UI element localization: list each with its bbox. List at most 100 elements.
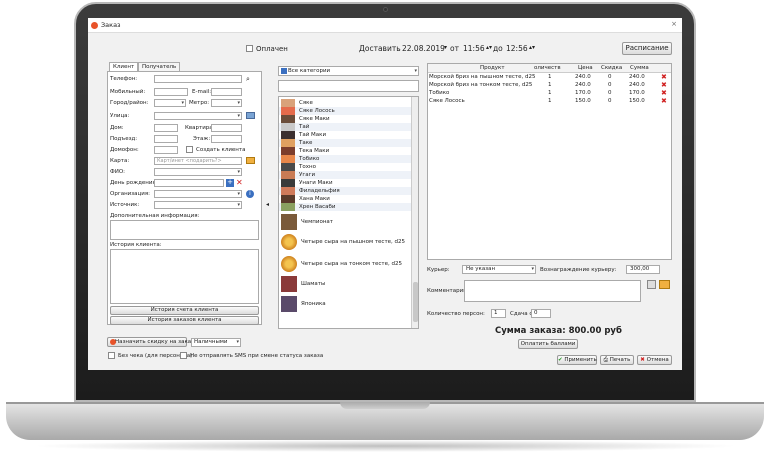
discount-button[interactable]: Назначить скидку на заказ — [107, 337, 194, 347]
city-select[interactable]: ▾ — [154, 99, 186, 107]
client-history-box — [110, 249, 259, 304]
order-cell-sum: 240.0 — [629, 74, 645, 80]
product-list-item[interactable]: Сяке — [279, 99, 416, 107]
card-input[interactable]: Карт/инет <подарить?> — [154, 157, 242, 165]
order-cell-discount: 0 — [608, 90, 612, 96]
product-list-item[interactable]: Хрен Васаби — [279, 203, 416, 211]
metro-select[interactable]: ▾ — [211, 99, 242, 107]
delivery-date[interactable]: 22.08.2019 — [402, 44, 445, 53]
product-thumbnail — [281, 256, 297, 272]
street-input[interactable]: ▾ — [154, 112, 242, 120]
category-select-value: Все категории — [288, 68, 331, 74]
date-dropdown-icon[interactable]: ▾ — [444, 44, 447, 51]
no-check-checkbox[interactable] — [108, 352, 115, 359]
chevron-down-icon: ▾ — [237, 169, 240, 175]
pay-bonus-button[interactable]: Оплатить баллами — [518, 339, 578, 349]
product-list-item[interactable]: Тай — [279, 123, 416, 131]
deliver-label: Доставить — [359, 44, 401, 53]
add-icon[interactable]: + — [226, 179, 234, 187]
product-list-item[interactable]: Тобико — [279, 155, 416, 163]
entrance-input[interactable] — [154, 135, 178, 143]
floor-input[interactable] — [211, 135, 242, 143]
product-list-item[interactable]: Четыре сыра на тонком тесте, d25 — [279, 255, 416, 273]
print-button[interactable]: ⎙ Печать — [600, 355, 634, 365]
paid-checkbox[interactable] — [246, 45, 253, 52]
order-cell-qty: 1 — [548, 98, 552, 104]
info-icon[interactable]: i — [246, 190, 254, 198]
category-search[interactable] — [278, 80, 419, 92]
order-history-button[interactable]: История заказов клиента — [110, 316, 259, 325]
product-list-item[interactable]: Сяке Маки — [279, 115, 416, 123]
product-list-item[interactable]: Таке — [279, 139, 416, 147]
mobile-input[interactable] — [154, 88, 188, 96]
extra-info-textarea[interactable] — [110, 220, 259, 240]
house-label: Дом: — [110, 125, 124, 131]
intercom-label: Домофон: — [110, 147, 139, 153]
fio-input[interactable]: ▾ — [154, 168, 242, 176]
change-input[interactable]: 0 — [531, 309, 551, 318]
order-row[interactable]: Морской бриз на пышном тесте, d25 1 240.0 0… — [428, 74, 667, 81]
order-row[interactable]: Тобико 1 170.0 0 170.0 ✖ — [428, 90, 667, 97]
product-list-item[interactable]: Японика — [279, 295, 416, 313]
order-row[interactable]: Морской бриз на тонком тесте, d25 1 240.0 0… — [428, 82, 667, 89]
payment-method-select[interactable]: Наличными ▾ — [191, 338, 241, 347]
close-icon[interactable]: × — [671, 20, 677, 28]
house-input[interactable] — [154, 124, 178, 132]
category-select[interactable]: Все категории ▾ — [278, 66, 419, 76]
courier-select[interactable]: Не указан ▾ — [462, 265, 536, 274]
clear-icon[interactable]: ✕ — [236, 179, 244, 187]
from-time-spinner-icon[interactable]: ▴▾ — [486, 44, 492, 51]
product-thumbnail — [281, 214, 297, 230]
product-list-scrollbar[interactable] — [411, 97, 418, 328]
cancel-button[interactable]: ✖ Отмена — [637, 355, 672, 365]
product-list-item[interactable]: Филадельфия — [279, 187, 416, 195]
tab-recipient[interactable]: Получатель — [138, 62, 181, 71]
phone-input[interactable] — [154, 75, 242, 83]
product-list-item[interactable]: Шаматы — [279, 275, 416, 293]
persons-input[interactable]: 1 — [491, 309, 506, 318]
apartment-input[interactable] — [211, 124, 242, 132]
product-list-item[interactable]: Тай Маки — [279, 131, 416, 139]
search-icon[interactable]: ⌕ — [246, 75, 250, 84]
order-cell-price: 240.0 — [575, 82, 591, 88]
order-cell-product: Тобико — [429, 90, 450, 96]
scrollbar-thumb[interactable] — [413, 282, 418, 322]
envelope-icon[interactable] — [659, 280, 670, 289]
birthday-input[interactable] — [154, 179, 224, 187]
schedule-button[interactable]: Расписание — [622, 42, 672, 55]
to-time-spinner-icon[interactable]: ▴▾ — [529, 44, 535, 51]
delete-row-icon[interactable]: ✖ — [661, 90, 667, 97]
product-list-item[interactable]: Четыре сыра на пышном тесте, d25 — [279, 233, 416, 251]
collapse-arrow-icon[interactable]: ◂ — [266, 201, 269, 208]
source-select[interactable]: ▾ — [154, 201, 242, 209]
product-list-item[interactable]: Чемпионат — [279, 213, 416, 231]
email-input[interactable] — [211, 88, 242, 96]
from-time[interactable]: 11:56 — [463, 44, 485, 53]
organization-select[interactable]: ▾ — [154, 190, 242, 198]
product-list-item[interactable]: Угаги — [279, 171, 416, 179]
map-icon[interactable] — [246, 112, 255, 119]
cancel-icon: ✖ — [640, 357, 645, 363]
product-list-item[interactable]: Хана Маки — [279, 195, 416, 203]
courier-reward-input[interactable]: 300,00 — [626, 265, 660, 274]
to-time[interactable]: 12:56 — [506, 44, 528, 53]
delete-row-icon[interactable]: ✖ — [661, 82, 667, 89]
apply-button[interactable]: ✔ Применить — [557, 355, 597, 365]
product-list-item[interactable]: Унаги Маки — [279, 179, 416, 187]
delete-row-icon[interactable]: ✖ — [661, 74, 667, 81]
delete-row-icon[interactable]: ✖ — [661, 98, 667, 105]
clipboard-icon[interactable] — [647, 280, 656, 289]
create-client-checkbox[interactable] — [186, 146, 193, 153]
product-thumbnail — [281, 234, 297, 250]
intercom-input[interactable] — [154, 146, 178, 154]
product-name: Хрен Васаби — [299, 204, 336, 210]
no-sms-checkbox[interactable] — [180, 352, 187, 359]
product-list-item[interactable]: Сяке Лосось — [279, 107, 416, 115]
product-list-item[interactable]: Тека Маки — [279, 147, 416, 155]
product-list-item[interactable]: Тохно — [279, 163, 416, 171]
order-row[interactable]: Сяке Лосось 1 150.0 0 150.0 ✖ — [428, 98, 667, 105]
discount-icon — [110, 339, 116, 345]
gift-icon[interactable] — [246, 157, 255, 164]
comment-textarea[interactable] — [464, 280, 641, 302]
account-history-button[interactable]: История счета клиента — [110, 306, 259, 315]
